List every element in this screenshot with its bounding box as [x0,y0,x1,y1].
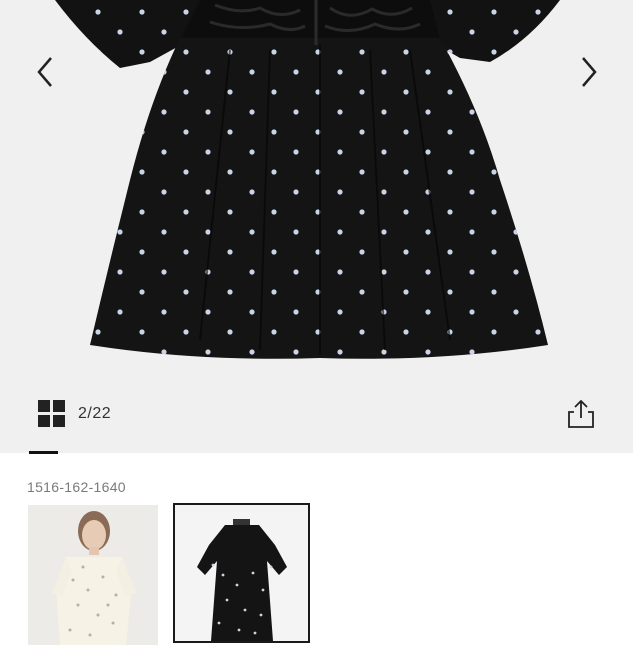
gallery-toolbar: 2/22 [0,392,633,438]
thumbnail-model[interactable] [28,505,158,645]
image-counter: 2/22 [78,405,112,422]
thumbnail-image [175,505,308,641]
active-tab-indicator [29,451,58,454]
image-viewer[interactable]: 2/22 [0,0,633,453]
chevron-right-icon[interactable] [568,52,608,92]
thumbnail-image [28,505,158,645]
product-image [55,0,560,359]
grid-view-icon[interactable] [38,400,66,428]
share-icon[interactable] [566,398,596,430]
product-sku: 1516-162-1640 [27,479,126,495]
thumbnail-flat-dress-selected[interactable] [173,503,310,643]
chevron-left-icon[interactable] [26,52,66,92]
